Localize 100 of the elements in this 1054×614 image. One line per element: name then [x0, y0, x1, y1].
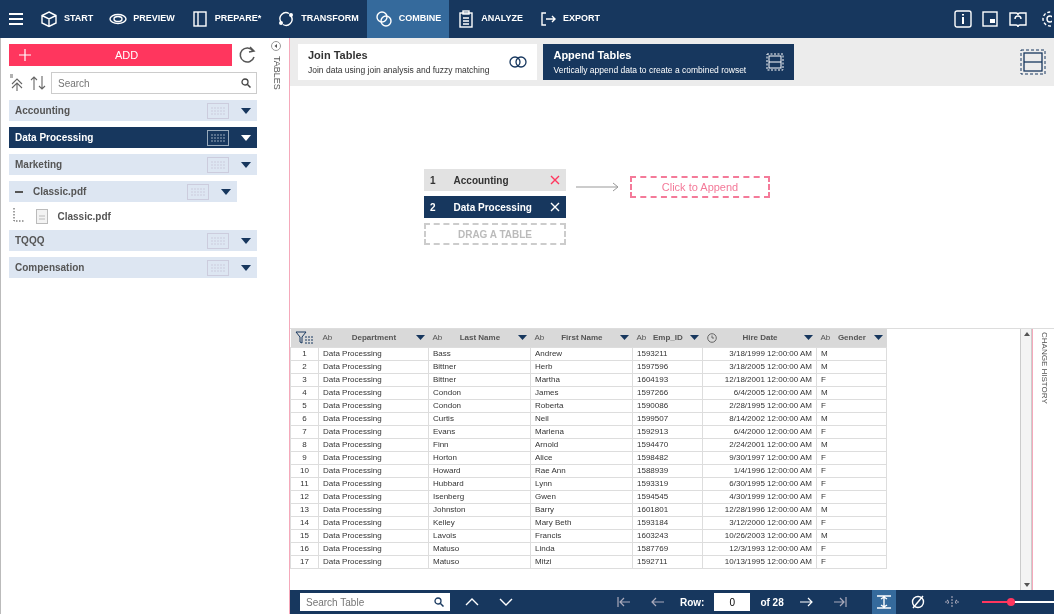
- toolbar-tab[interactable]: PREPARE*: [182, 0, 270, 38]
- table-item[interactable]: Marketing: [9, 154, 257, 175]
- table-cell: M: [816, 347, 887, 360]
- last-page-icon[interactable]: [831, 595, 848, 609]
- overlapping-circles-icon: [374, 10, 393, 28]
- table-cell: M: [816, 360, 887, 373]
- book-icon[interactable]: [1007, 10, 1028, 28]
- null-icon[interactable]: [909, 595, 926, 609]
- overlapping-circles-icon: [509, 56, 528, 68]
- toolbar-tab[interactable]: TRANSFORM: [269, 0, 367, 38]
- search-field[interactable]: Search: [51, 72, 257, 94]
- slider-thumb[interactable]: [1006, 598, 1015, 606]
- caret-icon[interactable]: [803, 335, 813, 341]
- table-cell: M: [816, 503, 887, 516]
- sort-icon[interactable]: [30, 74, 46, 92]
- mode-card[interactable]: Append Tables Vertically append data to create a combined rowset: [543, 44, 795, 80]
- history-side-tab[interactable]: CHANGE HISTORY: [1037, 331, 1050, 404]
- table-cell: F: [816, 477, 887, 490]
- table-cell: Data Processing: [318, 516, 429, 529]
- toolbar-tab[interactable]: START: [32, 0, 102, 38]
- toolbar-tab[interactable]: COMBINE: [366, 0, 450, 38]
- caret-icon[interactable]: [241, 237, 251, 244]
- table-cell: 1/4/1996 12:00:00 AM: [702, 464, 817, 477]
- caret-icon[interactable]: [221, 188, 231, 195]
- table-item[interactable]: Accounting: [9, 100, 257, 121]
- append-table-item[interactable]: 2 Data Processing: [424, 196, 566, 218]
- tables-side-tab[interactable]: TABLES: [269, 55, 283, 90]
- table-cell: 10/26/2003 12:00:00 AM: [702, 529, 817, 542]
- table-cell: Lynn: [530, 477, 633, 490]
- table-cell: M: [816, 412, 887, 425]
- table-cell: F: [816, 490, 887, 503]
- fit-height-icon[interactable]: [875, 595, 892, 609]
- search-icon: [434, 597, 444, 607]
- text-type-label: Ab: [322, 331, 333, 344]
- caret-icon[interactable]: [241, 161, 251, 168]
- row-number: 5: [290, 399, 319, 412]
- table-cell: Data Processing: [318, 542, 429, 555]
- row-number: 11: [290, 477, 319, 490]
- caret-icon[interactable]: [241, 264, 251, 271]
- column-header[interactable]: Ab Last Name: [428, 329, 531, 347]
- table-cell: 1590086: [632, 399, 703, 412]
- table-item[interactable]: Data Processing: [9, 127, 257, 148]
- refresh-icon[interactable]: [237, 45, 257, 65]
- child-table-label[interactable]: Classic.pdf: [57, 208, 111, 224]
- collapse-panel-icon[interactable]: [271, 40, 281, 51]
- info-icon[interactable]: [953, 10, 972, 28]
- collapse-icon[interactable]: [15, 190, 23, 193]
- table-cell: Data Processing: [318, 451, 429, 464]
- table-cell: 1587769: [632, 542, 703, 555]
- toolbar-tab[interactable]: EXPORT: [530, 0, 608, 38]
- table-search-field[interactable]: Search Table: [300, 593, 450, 611]
- table-cell: Bittner: [428, 360, 531, 373]
- append-table-item[interactable]: 1 Accounting: [424, 169, 566, 191]
- toolbar-tab[interactable]: ANALYZE: [449, 0, 531, 38]
- table-cell: F: [816, 399, 887, 412]
- previous-arrow-icon[interactable]: [649, 595, 666, 609]
- table-cell: 6/4/2005 12:00:00 AM: [702, 386, 817, 399]
- search-icon: [241, 78, 251, 88]
- column-header[interactable]: Ab Department: [318, 329, 429, 347]
- table-item[interactable]: TQQQ: [9, 230, 257, 251]
- split-columns-icon[interactable]: [943, 595, 960, 609]
- table-cell: Mary Beth: [530, 516, 633, 529]
- row-input[interactable]: 0: [714, 593, 751, 611]
- caret-icon[interactable]: [517, 335, 527, 341]
- caret-icon[interactable]: [689, 335, 699, 341]
- caret-icon[interactable]: [873, 335, 883, 341]
- toolbar-tab[interactable]: PREVIEW: [101, 0, 183, 38]
- clipboard-icon: [457, 10, 476, 28]
- next-arrow-icon[interactable]: [797, 595, 814, 609]
- stacked-rows-icon: [766, 53, 785, 71]
- table-cell: 1588939: [632, 464, 703, 477]
- mode-card[interactable]: Join Tables Join data using join analysis and fuzzy matching: [298, 44, 538, 80]
- table-cell: 1604193: [632, 373, 703, 386]
- caret-icon[interactable]: [241, 107, 251, 114]
- caret-icon[interactable]: [415, 335, 425, 341]
- row-label: Row:: [679, 595, 705, 610]
- table-cell: Kelley: [428, 516, 531, 529]
- row-number: 1: [290, 347, 319, 360]
- column-header[interactable]: Ab Emp_ID: [632, 329, 703, 347]
- table-icon: [207, 232, 229, 249]
- table-cell: 12/3/1993 12:00:00 AM: [702, 542, 817, 555]
- window-icon[interactable]: [981, 11, 998, 27]
- table-cell: Data Processing: [318, 399, 429, 412]
- caret-icon[interactable]: [619, 335, 629, 341]
- column-header[interactable]: Ab Gender: [816, 329, 887, 347]
- row-number: 16: [290, 542, 319, 555]
- table-item[interactable]: Compensation: [9, 257, 257, 278]
- add-button[interactable]: ADD: [9, 44, 232, 66]
- column-header[interactable]: Ab First Name: [530, 329, 633, 347]
- filter-grid-icon[interactable]: [294, 330, 315, 345]
- cycle-icon: [277, 10, 296, 28]
- row-total: of 28: [760, 595, 784, 610]
- layout-toggle-icon[interactable]: [1020, 49, 1046, 75]
- table-cell: Curtis: [428, 412, 531, 425]
- caret-icon[interactable]: [241, 134, 251, 141]
- first-page-icon[interactable]: [615, 595, 632, 609]
- column-header[interactable]: Hire Date: [702, 329, 817, 347]
- table-item[interactable]: Classic.pdf: [9, 181, 237, 202]
- collapse-all-icon[interactable]: [9, 74, 25, 92]
- table-cell: Data Processing: [318, 347, 429, 360]
